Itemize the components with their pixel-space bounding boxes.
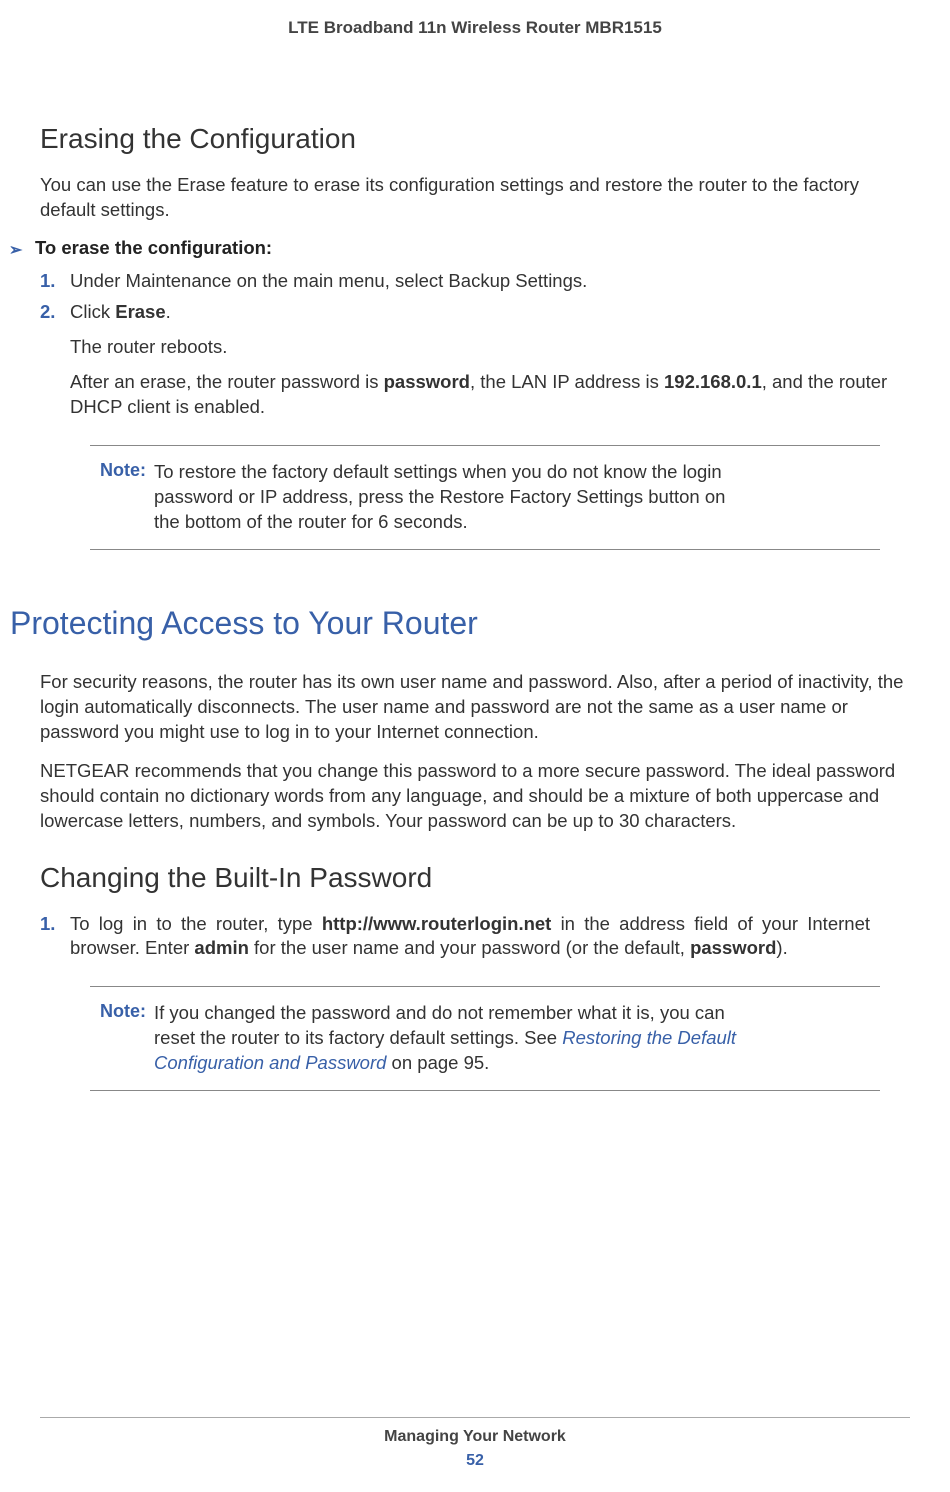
after-erase-2: , the LAN IP address is [470,371,664,392]
heading-changing-password: Changing the Built-In Password [40,862,910,894]
step-text-prefix: Click [70,301,115,322]
page-header: LTE Broadband 11n Wireless Router MBR151… [0,0,950,38]
reboot-text: The router reboots. [70,335,910,360]
erase-steps-list: 1. Under Maintenance on the main menu, s… [70,269,910,420]
page-content: Erasing the Configuration You can use th… [0,38,950,1091]
admin-bold: admin [194,937,248,958]
step1-d: ). [776,937,787,958]
footer-page-number: 52 [0,1452,950,1470]
note-label: Note: [100,460,146,535]
changing-password-list: 1. To log in to the router, type http://… [70,912,910,962]
header-title: LTE Broadband 11n Wireless Router MBR151… [288,18,662,37]
step-text-suffix: . [166,301,171,322]
note-block-2: Note: If you changed the password and do… [90,986,880,1091]
list-item: 2. Click Erase. The router reboots. Afte… [70,300,910,420]
note-block-1: Note: To restore the factory default set… [90,445,880,550]
list-item: 1. Under Maintenance on the main menu, s… [70,269,910,294]
note2-b: on page 95. [386,1052,489,1073]
note-label: Note: [100,1001,146,1076]
step-number: 1. [40,269,55,294]
footer-title: Managing Your Network [0,1428,950,1446]
security-para-2: NETGEAR recommends that you change this … [40,759,910,834]
step1-a: To log in to the router, type [70,913,322,934]
heading-protecting-access: Protecting Access to Your Router [10,605,910,642]
procedure-heading-text: To erase the configuration: [35,237,272,258]
router-url-bold: http://www.routerlogin.net [322,913,552,934]
password-bold: password [384,371,470,392]
step-number: 1. [40,912,55,937]
ip-bold: 192.168.0.1 [664,371,762,392]
footer-divider [40,1417,910,1418]
step-number: 2. [40,300,55,325]
step-text: Under Maintenance on the main menu, sele… [70,270,587,291]
step1-c: for the user name and your password (or … [249,937,690,958]
intro-text: You can use the Erase feature to erase i… [40,173,910,223]
password-bold: password [690,937,776,958]
security-para-1: For security reasons, the router has its… [40,670,910,745]
note-text: If you changed the password and do not r… [154,1001,754,1076]
page-footer: Managing Your Network 52 [0,1417,950,1470]
list-item: 1. To log in to the router, type http://… [70,912,910,962]
after-erase-1: After an erase, the router password is [70,371,384,392]
procedure-heading: ➢ To erase the configuration: [35,237,910,259]
arrow-icon: ➢ [9,240,22,260]
erase-bold: Erase [115,301,165,322]
after-erase-text: After an erase, the router password is p… [70,370,910,420]
heading-erasing-config: Erasing the Configuration [40,123,910,155]
note-text: To restore the factory default settings … [154,460,754,535]
